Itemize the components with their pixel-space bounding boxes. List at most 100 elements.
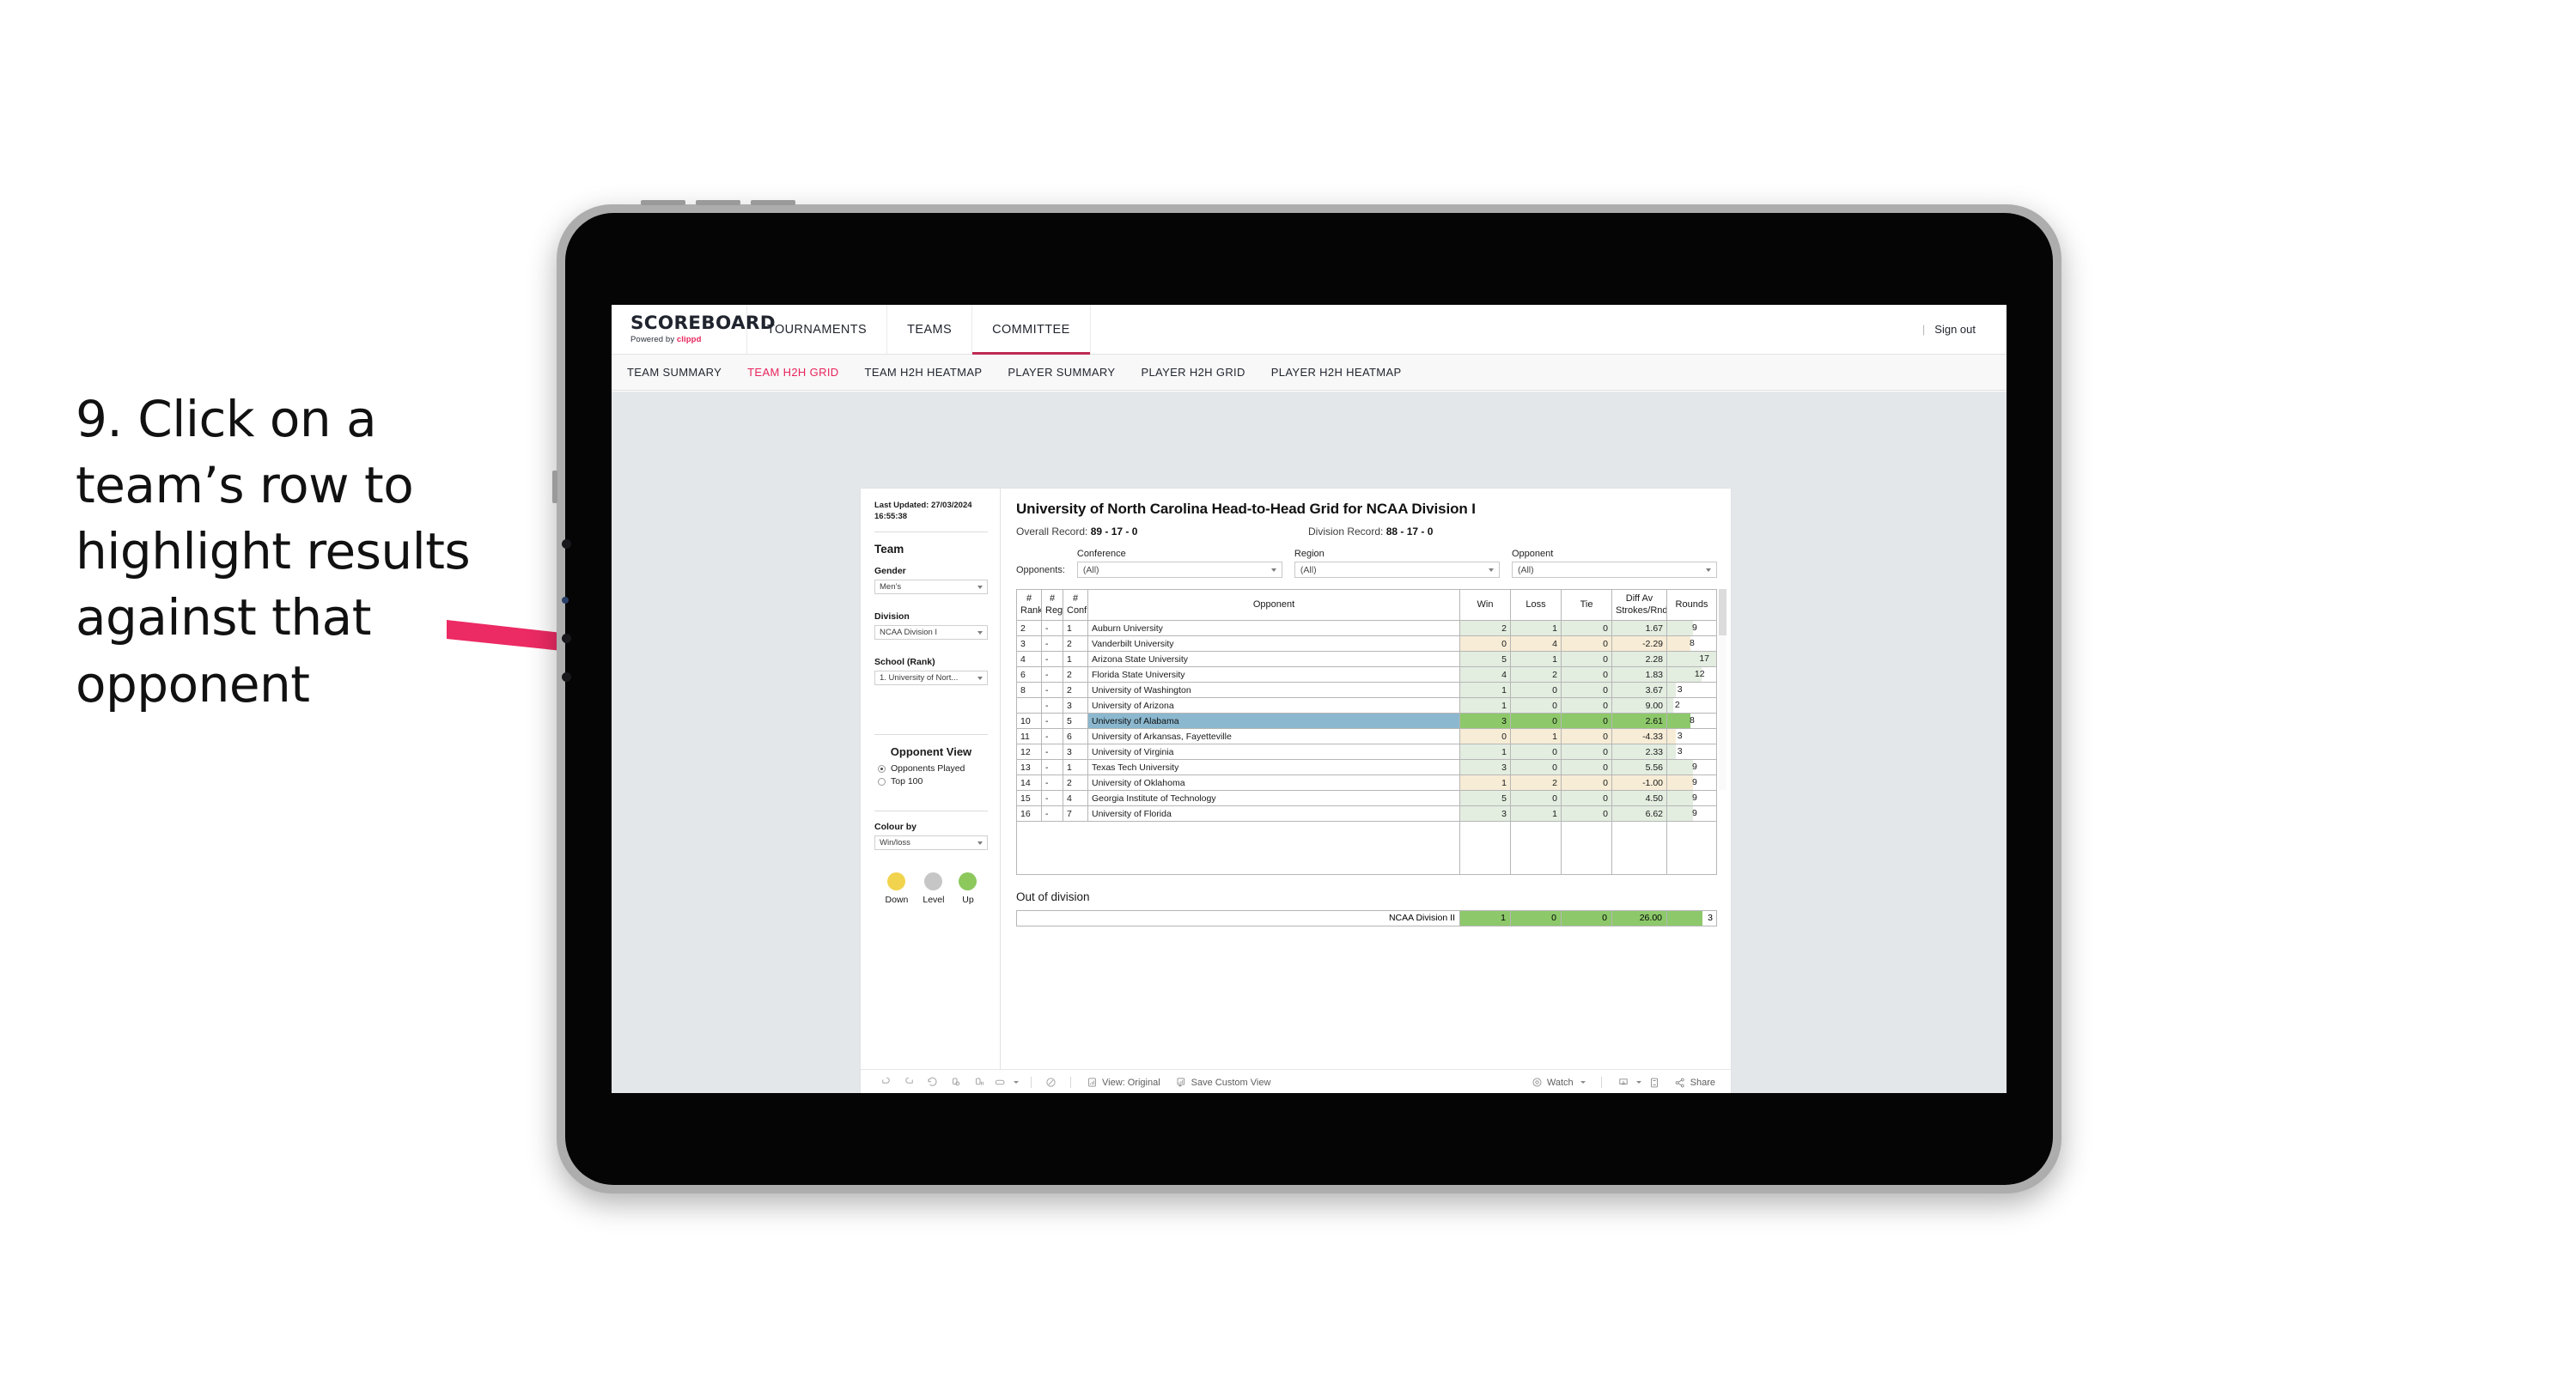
cell-loss: 1 (1510, 805, 1562, 822)
cell-win: 1 (1459, 775, 1511, 791)
cell-rank: 6 (1016, 666, 1042, 683)
table-row[interactable]: 15-4 Georgia Institute of Technology 5 0 0 4.… (1016, 790, 1717, 806)
table-row[interactable]: 11-6 University of Arkansas, Fayetteville… (1016, 728, 1717, 744)
tab-player-h2h-heatmap[interactable]: PLAYER H2H HEATMAP (1271, 366, 1402, 379)
tab-player-summary[interactable]: PLAYER SUMMARY (1008, 366, 1115, 379)
division-select[interactable]: NCAA Division I (874, 625, 988, 641)
cell-win: 0 (1459, 728, 1511, 744)
ood-label: NCAA Division II (1388, 913, 1455, 923)
th-win: Win (1459, 589, 1511, 621)
cell-win: 0 (1459, 635, 1511, 652)
legend-dot-level (924, 872, 943, 891)
fullscreen-icon[interactable] (1643, 1077, 1666, 1089)
cell-diff: 1.67 (1611, 620, 1667, 636)
cell-reg: - (1041, 790, 1063, 806)
share-button[interactable]: Share (1666, 1077, 1731, 1089)
cell-opponent: Florida State University (1087, 666, 1460, 683)
footer-pad-left (1016, 822, 1460, 875)
table-row[interactable]: 8-2 University of Washington 1 0 0 3.67 3 (1016, 682, 1717, 698)
cell-win: 5 (1459, 790, 1511, 806)
view-original-label: View: Original (1102, 1077, 1160, 1088)
region-filter-select[interactable]: (All) (1294, 562, 1500, 578)
cell-opponent: Georgia Institute of Technology (1087, 790, 1460, 806)
device-top-button-1 (641, 200, 685, 205)
cell-tie: 0 (1561, 713, 1612, 729)
scrollbar-thumb[interactable] (1719, 589, 1726, 635)
table-row[interactable]: -3 University of Arizona 1 0 0 9.00 2 (1016, 697, 1717, 714)
cell-diff: 3.67 (1611, 682, 1667, 698)
radio-top-100[interactable]: Top 100 (878, 776, 988, 787)
table-row[interactable]: 6-2 Florida State University 4 2 0 1.83 12 (1016, 666, 1717, 683)
th-diff-l1: Diff Av (1625, 593, 1653, 604)
table-row[interactable]: 4-1 Arizona State University 5 1 0 2.28 17 (1016, 651, 1717, 667)
nav-item-teams[interactable]: TEAMS (887, 305, 973, 354)
legend-dot-down (887, 872, 906, 891)
download-button[interactable] (1610, 1077, 1643, 1089)
gender-select[interactable]: Men’s (874, 580, 988, 595)
table-row[interactable]: 16-7 University of Florida 3 1 0 6.62 9 (1016, 805, 1717, 822)
nav-item-committee[interactable]: COMMITTEE (972, 305, 1091, 355)
view-original-button[interactable]: View: Original (1079, 1077, 1168, 1088)
cell-opponent: University of Arkansas, Fayetteville (1087, 728, 1460, 744)
cell-conf: 7 (1063, 805, 1088, 822)
refresh-icon[interactable] (944, 1076, 967, 1089)
cell-diff: 2.33 (1611, 744, 1667, 760)
cell-win: 1 (1459, 744, 1511, 760)
toolbar-divider-3 (1600, 1077, 1602, 1088)
colour-by-select[interactable]: Win/loss (874, 835, 988, 851)
table-row[interactable]: 14-2 University of Oklahoma 1 2 0 -1.00 9 (1016, 775, 1717, 791)
colour-legend: Down Level Up (874, 872, 988, 905)
watch-label: Watch (1546, 1077, 1574, 1088)
radio-label-top-100: Top 100 (891, 776, 923, 787)
table-row[interactable]: 13-1 Texas Tech University 3 0 0 5.56 9 (1016, 759, 1717, 775)
ood-rounds: 3 (1666, 911, 1716, 926)
redo-icon[interactable] (898, 1076, 921, 1089)
cell-rounds: 2 (1666, 697, 1717, 714)
table-row[interactable]: 3-2 Vanderbilt University 0 4 0 -2.29 8 (1016, 635, 1717, 652)
school-select[interactable]: 1. University of Nort... (874, 671, 988, 686)
th-rounds: Rounds (1666, 589, 1717, 621)
colour-by-label: Colour by (874, 822, 917, 833)
cell-rounds: 3 (1666, 682, 1717, 698)
undo-icon[interactable] (874, 1076, 898, 1089)
pause-auto-updates-icon[interactable] (1039, 1076, 1063, 1089)
opponent-filter-value: (All) (1517, 564, 1534, 575)
table-row[interactable]: 2-1 Auburn University 2 1 0 1.67 9 (1016, 620, 1717, 636)
cell-opponent: University of Arizona (1087, 697, 1460, 714)
revert-icon[interactable] (921, 1076, 944, 1089)
cell-rank: 3 (1016, 635, 1042, 652)
sign-out-link[interactable]: Sign out (1934, 323, 1976, 336)
pause-icon[interactable] (967, 1076, 990, 1089)
cell-tie: 0 (1561, 620, 1612, 636)
gender-select-value: Men’s (880, 582, 902, 592)
cell-reg: - (1041, 666, 1063, 683)
highlight-icon[interactable] (990, 1077, 1009, 1088)
save-custom-view-button[interactable]: Save Custom View (1168, 1077, 1279, 1088)
tab-team-h2h-heatmap[interactable]: TEAM H2H HEATMAP (865, 366, 983, 379)
radio-opponents-played[interactable]: Opponents Played (878, 763, 988, 774)
overall-record: Overall Record: 89 - 17 - 0 (1016, 525, 1308, 538)
table-row[interactable]: 10-5 University of Alabama 3 0 0 2.61 8 (1016, 713, 1717, 729)
cell-rank: 15 (1016, 790, 1042, 806)
brand-sub-name: clippd (676, 335, 702, 345)
tab-team-h2h-grid[interactable]: TEAM H2H GRID (747, 366, 838, 379)
tab-team-summary[interactable]: TEAM SUMMARY (627, 366, 722, 379)
th-conf-l1: # (1072, 593, 1079, 604)
cell-loss: 2 (1510, 666, 1562, 683)
cell-rank: 16 (1016, 805, 1042, 822)
highlight-dropdown-icon[interactable] (1009, 1081, 1023, 1084)
th-rank: # Rank (1016, 589, 1042, 621)
tab-player-h2h-grid[interactable]: PLAYER H2H GRID (1141, 366, 1245, 379)
chevron-down-icon (1270, 568, 1276, 572)
watch-button[interactable]: Watch (1524, 1077, 1593, 1088)
opponent-filter-select[interactable]: (All) (1511, 562, 1718, 578)
cell-rank: 13 (1016, 759, 1042, 775)
nav-item-tournaments[interactable]: TOURNAMENTS (747, 305, 888, 354)
table-vertical-scrollbar[interactable] (1719, 589, 1726, 790)
chevron-down-icon (977, 676, 983, 680)
table-row[interactable]: 12-3 University of Virginia 1 0 0 2.33 3 (1016, 744, 1717, 760)
out-of-division-row[interactable]: NCAA Division II 1 0 0 26.00 3 (1016, 910, 1717, 926)
viz-container: Last Updated: 27/03/2024 16:55:38 Team G… (861, 489, 1731, 1093)
conference-filter-select[interactable]: (All) (1076, 562, 1282, 578)
